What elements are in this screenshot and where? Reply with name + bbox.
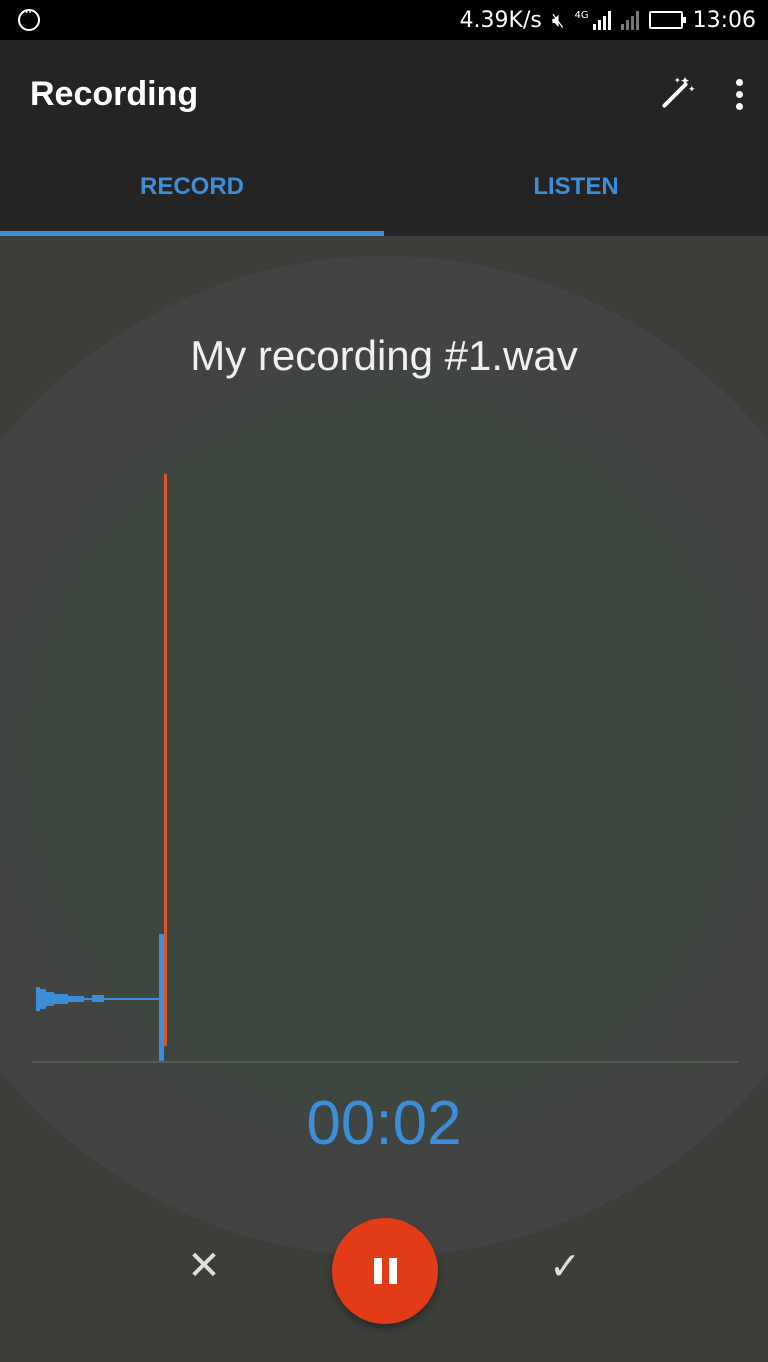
recording-area: My recording #1.wav 00:02 ✕ ✓ [0, 236, 768, 1362]
signal-secondary-icon [620, 10, 639, 30]
network-label: 4G [574, 10, 589, 21]
battery-icon [648, 11, 686, 29]
app-bar: Recording ✦ ✦ ✦ [0, 40, 768, 148]
cancel-button[interactable]: ✕ [184, 1246, 224, 1286]
waveform-bar [54, 994, 68, 1004]
waveform-bar [92, 995, 104, 1002]
recording-controls: ✕ ✓ [0, 1216, 768, 1326]
pause-icon [388, 1258, 397, 1284]
waveform [0, 472, 768, 1062]
page-title: Recording [30, 74, 199, 113]
tab-listen[interactable]: LISTEN [384, 148, 768, 236]
waveform-bar [46, 992, 54, 1006]
more-options-icon[interactable] [734, 78, 744, 110]
pause-icon [373, 1258, 382, 1284]
tab-bar: RECORD LISTEN [0, 148, 768, 236]
status-bar: 4.39K/s 🔇︎ 4G 13:06 [0, 0, 768, 40]
signal-icon: 4G [574, 10, 611, 30]
clock: 13:06 [692, 7, 756, 33]
confirm-button[interactable]: ✓ [544, 1246, 586, 1286]
playhead [164, 474, 167, 1046]
tab-record[interactable]: RECORD [0, 148, 384, 236]
elapsed-timer: 00:02 [306, 1089, 462, 1158]
magic-wand-icon[interactable]: ✦ ✦ ✦ [654, 74, 696, 114]
message-icon [18, 5, 40, 31]
recorder-screen: 4.39K/s 🔇︎ 4G 13:06 Recording ✦ ✦ ✦ RE [0, 0, 768, 1362]
divider [32, 1061, 738, 1063]
network-speed: 4.39K/s [459, 7, 542, 33]
pause-button[interactable] [332, 1218, 438, 1324]
recording-file-name: My recording #1.wav [190, 332, 578, 379]
mute-icon: 🔇︎ [551, 8, 565, 32]
waveform-bar [68, 996, 84, 1002]
